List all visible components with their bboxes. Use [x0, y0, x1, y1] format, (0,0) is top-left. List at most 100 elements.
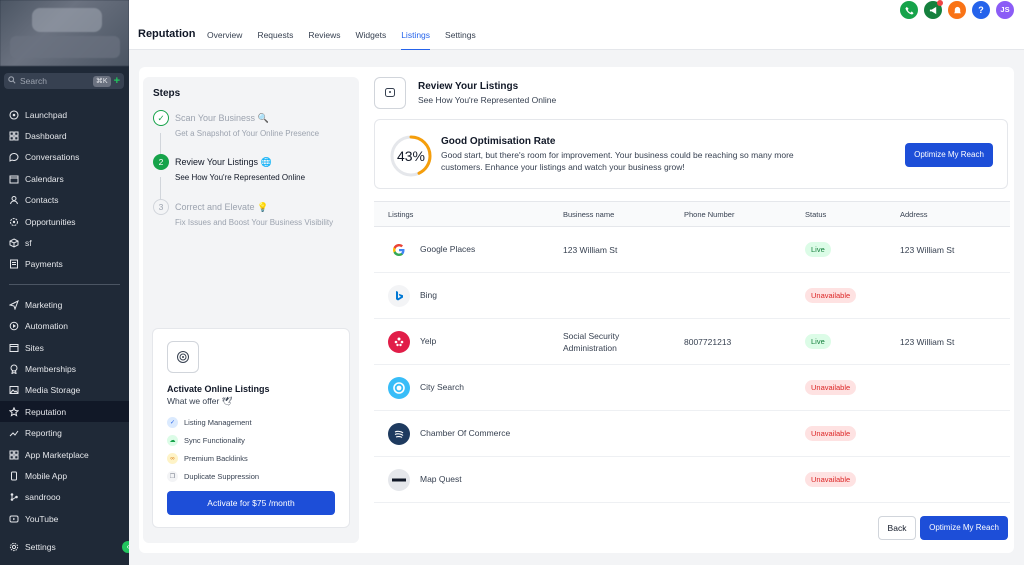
google-logo-icon: [388, 239, 410, 261]
sidebar-item-mobile-app[interactable]: Mobile App: [0, 465, 129, 486]
table-row[interactable]: Yelp Social Security Administration 8007…: [374, 319, 1010, 365]
sidebar-nav-footer: Settings: [0, 536, 129, 557]
chamber-of-commerce-logo-icon: [388, 423, 410, 445]
sidebar-item-automation[interactable]: Automation: [0, 316, 129, 337]
sidebar-item-reporting[interactable]: Reporting: [0, 422, 129, 443]
table-row[interactable]: Chamber Of Commerce Unavailable: [374, 411, 1010, 457]
sidebar-item-opportunities[interactable]: Opportunities: [0, 211, 129, 232]
sidebar-item-label: sf: [25, 238, 32, 249]
sidebar-item-dashboard[interactable]: Dashboard: [0, 125, 129, 146]
table-row[interactable]: City Search Unavailable: [374, 365, 1010, 411]
phone-icon[interactable]: [900, 1, 918, 19]
sidebar-item-label: Automation: [25, 321, 68, 332]
tab-widgets[interactable]: Widgets: [355, 30, 386, 51]
contacts-icon: [9, 195, 19, 205]
feature-label: Listing Management: [184, 418, 252, 427]
megaphone-icon[interactable]: [924, 0, 943, 19]
quick-add-icon[interactable]: +: [114, 75, 120, 87]
column-header: Listings: [388, 210, 414, 219]
sidebar-item-youtube[interactable]: YouTube: [0, 508, 129, 529]
mapquest-logo-icon: [388, 469, 410, 491]
sidebar-item-settings[interactable]: Settings: [0, 536, 129, 557]
content-area: Steps ✓ Scan Your Business 🔍 Get a Snaps…: [129, 50, 1024, 565]
calendar-icon: [9, 174, 19, 184]
table-row[interactable]: Google Places 123 William St Live 123 Wi…: [374, 227, 1010, 273]
sidebar-item-launchpad[interactable]: Launchpad: [0, 104, 129, 125]
dashboard-icon: [9, 131, 19, 141]
optimize-reach-button[interactable]: Optimize My Reach: [905, 143, 993, 167]
sidebar-item-contacts[interactable]: Contacts: [0, 190, 129, 211]
rate-description: Good start, but there's room for improve…: [441, 150, 794, 172]
optimize-reach-footer-button[interactable]: Optimize My Reach: [920, 516, 1008, 540]
address: 123 William St: [900, 245, 955, 255]
tab-settings[interactable]: Settings: [445, 30, 476, 51]
launchpad-icon: [9, 110, 19, 120]
sidebar-item-sites[interactable]: Sites: [0, 337, 129, 358]
feature-item: ❐ Duplicate Suppression: [167, 471, 259, 482]
business-name: Social Security Administration: [563, 331, 620, 353]
back-button[interactable]: Back: [878, 516, 916, 540]
tab-requests[interactable]: Requests: [257, 30, 293, 51]
youtube-icon: [9, 514, 19, 524]
step-title: Correct and Elevate 💡: [175, 202, 269, 212]
help-icon[interactable]: ?: [972, 1, 990, 19]
step-subtitle: Fix Issues and Boost Your Business Visib…: [175, 218, 334, 227]
listing-management-icon: ✓: [167, 417, 178, 428]
column-header: Phone Number: [684, 210, 735, 219]
sidebar-item-label: Mobile App: [25, 470, 68, 481]
account-switcher[interactable]: [0, 0, 129, 66]
node-icon: [9, 492, 19, 502]
step-subtitle: See How You're Represented Online: [175, 173, 306, 182]
tab-listings[interactable]: Listings: [401, 30, 431, 51]
sidebar-item-calendars[interactable]: Calendars: [0, 168, 129, 189]
sidebar-item-sandrooo[interactable]: sandrooo: [0, 487, 129, 508]
sync-icon: ☁: [167, 435, 178, 446]
listing-name: City Search: [420, 382, 464, 392]
sidebar-item-sf[interactable]: sf: [0, 232, 129, 253]
media-icon: [9, 385, 19, 395]
listings-wizard: Steps ✓ Scan Your Business 🔍 Get a Snaps…: [139, 67, 1014, 553]
tab-reviews[interactable]: Reviews: [308, 30, 340, 51]
sites-icon: [9, 343, 19, 353]
activate-button[interactable]: Activate for $75 /month: [167, 491, 335, 515]
sidebar-item-app-marketplace[interactable]: App Marketplace: [0, 444, 129, 465]
blurred-logo: [32, 8, 102, 32]
sidebar-item-payments[interactable]: Payments: [0, 254, 129, 275]
sidebar-item-label: YouTube: [25, 513, 59, 524]
sidebar-item-marketing[interactable]: Marketing: [0, 294, 129, 315]
bell-icon[interactable]: [948, 1, 966, 19]
listing-review-icon: [374, 77, 406, 109]
opportunities-icon: [9, 217, 19, 227]
step-number: 2: [153, 154, 169, 170]
apps-icon: [9, 450, 19, 460]
avatar[interactable]: JS: [996, 1, 1014, 19]
gear-icon: [9, 542, 19, 552]
sidebar-item-label: Settings: [25, 541, 56, 552]
status-badge: Unavailable: [805, 288, 857, 303]
sidebar-item-conversations[interactable]: Conversations: [0, 147, 129, 168]
column-header: Address: [900, 210, 928, 219]
sidebar-item-memberships[interactable]: Memberships: [0, 358, 129, 379]
yelp-logo-icon: [388, 331, 410, 353]
sidebar-item-label: Marketing: [25, 299, 63, 310]
sidebar-item-label: Opportunities: [25, 216, 76, 227]
sidebar-item-media-storage[interactable]: Media Storage: [0, 380, 129, 401]
listings-target-icon: [167, 341, 199, 373]
feature-item: ☁ Sync Functionality: [167, 435, 245, 446]
status-badge: Live: [805, 242, 831, 257]
sidebar-item-reputation[interactable]: Reputation: [0, 401, 129, 423]
link-icon: ∞: [167, 453, 178, 464]
optimisation-rate-card: 43% Good Optimisation Rate Good start, b…: [374, 119, 1008, 189]
sidebar-search[interactable]: Search ⌘K +: [4, 73, 124, 89]
table-row[interactable]: Map Quest Unavailable: [374, 457, 1010, 503]
sidebar-item-label: Conversations: [25, 152, 80, 163]
sidebar-item-label: Reporting: [25, 428, 62, 439]
page-title: Reputation: [138, 28, 196, 40]
send-icon: [9, 299, 19, 310]
business-name: 123 William St: [563, 245, 618, 255]
table-row[interactable]: Bing Unavailable: [374, 273, 1010, 319]
column-header: Business name: [563, 210, 615, 219]
phone-number: 8007721213: [684, 337, 732, 347]
tab-overview[interactable]: Overview: [207, 30, 242, 51]
section-title: Review Your Listings: [418, 81, 519, 92]
